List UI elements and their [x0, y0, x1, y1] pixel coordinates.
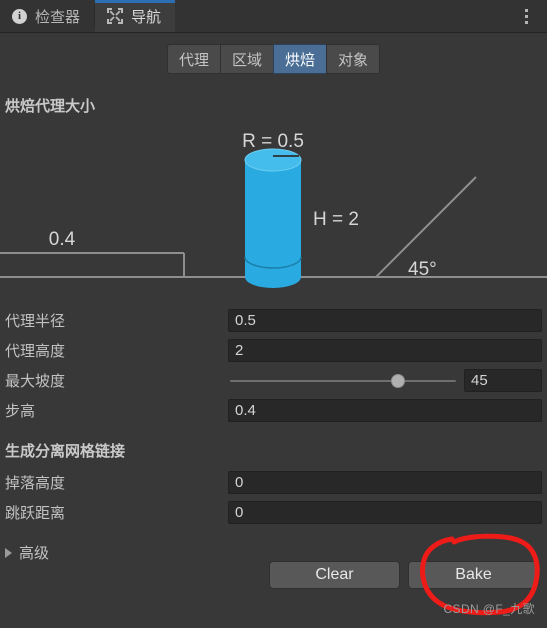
kebab-menu-icon[interactable]	[513, 0, 539, 33]
advanced-foldout-label: 高级	[19, 545, 50, 562]
navigation-move-icon	[107, 8, 124, 24]
diagram-label-step: 0.4	[49, 229, 76, 250]
agent-height-label: 代理高度	[5, 342, 66, 360]
offmesh-links-title: 生成分离网格链接	[5, 443, 126, 460]
row-step-height: 步高 0.4	[0, 395, 547, 425]
row-jump-distance: 跳跃距离 0	[0, 497, 547, 527]
agent-radius-label: 代理半径	[5, 312, 66, 330]
diagram-label-slope: 45°	[408, 259, 437, 280]
navigation-subtab-bar: 代理 区域 烘焙 对象	[0, 33, 547, 85]
agent-size-diagram: R = 0.5 H = 2 0.4 45°	[0, 125, 547, 295]
tab-navigation[interactable]: 导航	[95, 0, 176, 32]
diagram-label-height: H = 2	[313, 209, 359, 230]
agent-height-input[interactable]: 2	[228, 338, 542, 362]
step-height-label: 步高	[5, 402, 36, 420]
row-drop-height: 掉落高度 0	[0, 467, 547, 497]
agent-radius-input[interactable]: 0.5	[228, 308, 542, 332]
bake-actions: Clear Bake	[269, 561, 539, 589]
watermark: CSDN @F_九歌	[443, 602, 535, 616]
drop-height-input[interactable]: 0	[228, 470, 542, 494]
drop-height-label: 掉落高度	[5, 474, 66, 492]
slider-track	[230, 379, 456, 382]
clear-button[interactable]: Clear	[269, 561, 400, 589]
diagram-label-radius: R = 0.5	[242, 131, 304, 152]
advanced-foldout[interactable]: 高级	[5, 542, 49, 563]
info-icon: i	[12, 8, 27, 24]
window-tab-bar: i 检查器 导航	[0, 0, 547, 33]
tab-navigation-label: 导航	[131, 8, 162, 26]
tab-inspector-label: 检查器	[35, 8, 81, 26]
row-agent-height: 代理高度 2	[0, 335, 547, 365]
slider-thumb[interactable]	[391, 373, 406, 388]
bake-button[interactable]: Bake	[408, 561, 539, 589]
max-slope-label: 最大坡度	[5, 372, 66, 390]
triangle-right-icon	[5, 547, 12, 558]
row-agent-radius: 代理半径 0.5	[0, 305, 547, 335]
max-slope-input[interactable]: 45	[464, 368, 542, 392]
row-max-slope: 最大坡度 45	[0, 365, 547, 395]
jump-distance-label: 跳跃距离	[5, 504, 66, 522]
jump-distance-input[interactable]: 0	[228, 500, 542, 524]
subtab-object[interactable]: 对象	[326, 44, 381, 74]
max-slope-slider[interactable]	[228, 369, 458, 392]
baked-agent-size-title: 烘焙代理大小	[5, 98, 96, 115]
step-height-input[interactable]: 0.4	[228, 398, 542, 422]
subtab-agents[interactable]: 代理	[166, 44, 220, 74]
tab-inspector[interactable]: i 检查器	[0, 0, 95, 32]
subtab-bake[interactable]: 烘焙	[273, 44, 327, 74]
subtab-areas[interactable]: 区域	[219, 44, 273, 74]
